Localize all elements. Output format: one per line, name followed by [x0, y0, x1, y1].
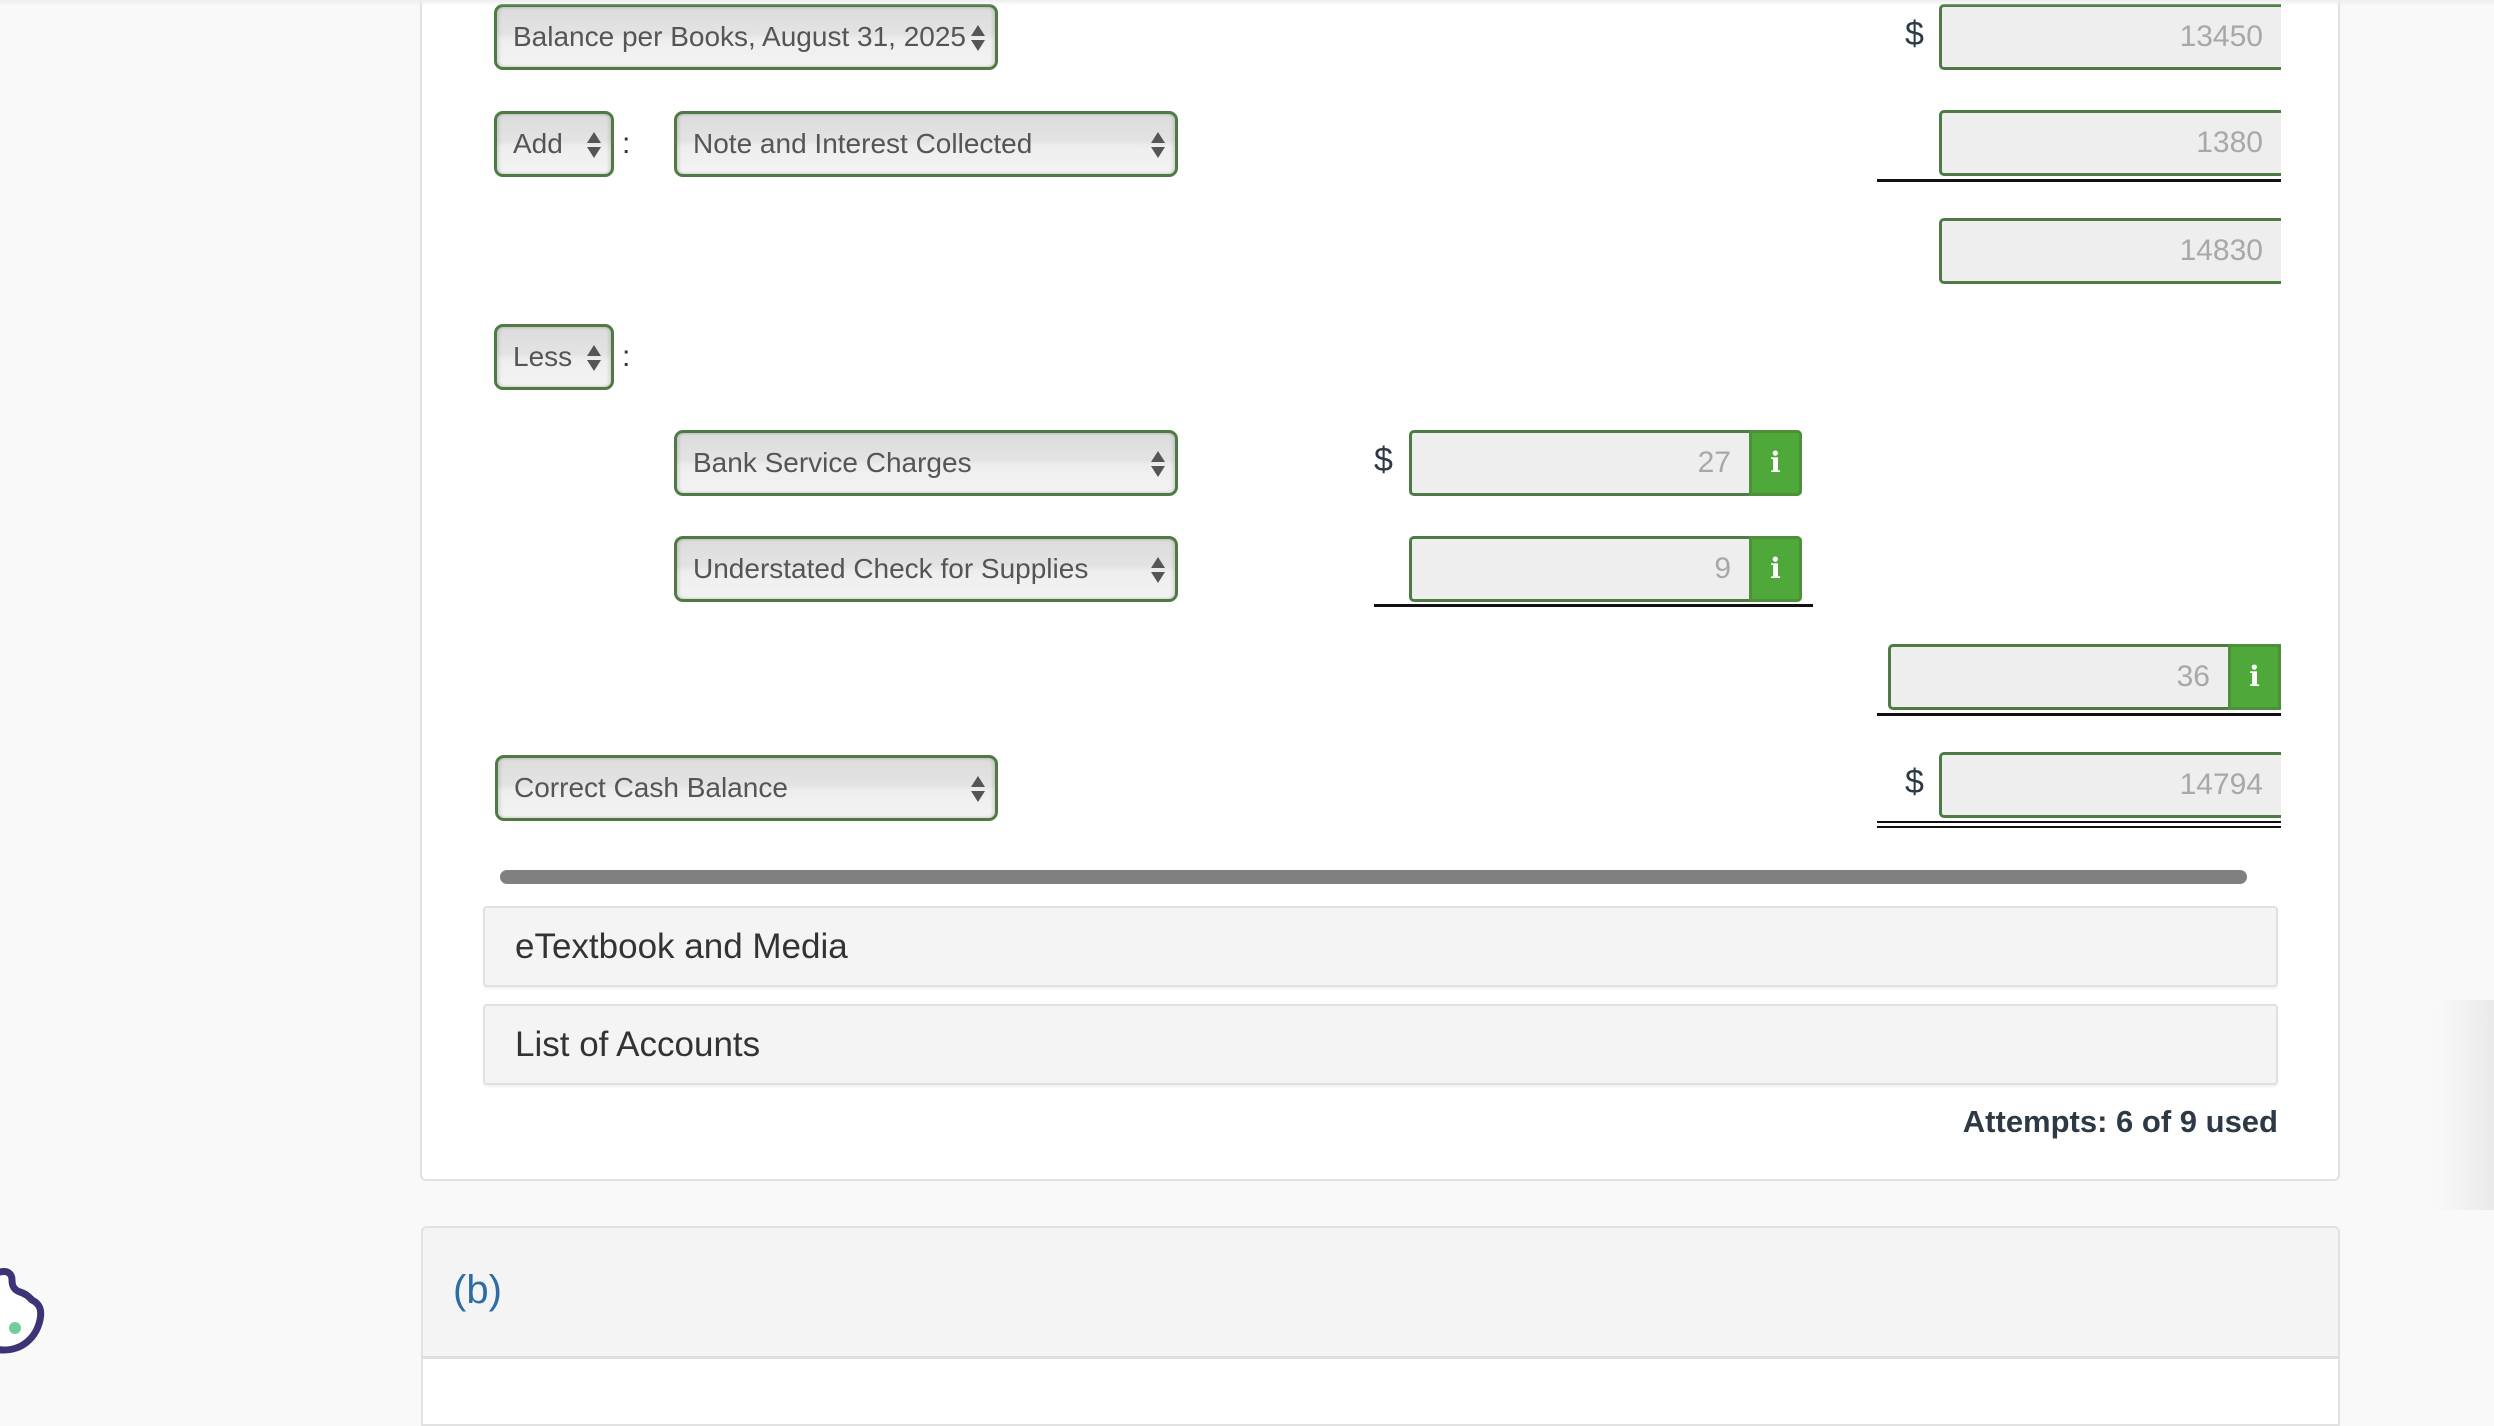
- less-colon: :: [622, 340, 631, 373]
- side-widget-shadow: [2434, 1000, 2494, 1210]
- select-arrows-icon: [587, 130, 601, 160]
- etextbook-media-label: eTextbook and Media: [515, 927, 848, 966]
- select-arrows-icon: [1151, 449, 1165, 479]
- select-arrows-icon: [971, 774, 985, 804]
- less-operator-select[interactable]: Less: [494, 324, 614, 390]
- horizontal-scrollbar[interactable]: [500, 870, 2247, 884]
- deduction-item-select[interactable]: Understated Check for Supplies: [674, 536, 1178, 602]
- deduction-amount-field[interactable]: 27 i: [1409, 430, 1802, 496]
- add-amount-field[interactable]: 1380: [1939, 110, 2281, 176]
- select-arrows-icon: [587, 343, 601, 373]
- add-operator-select[interactable]: Add: [494, 111, 614, 177]
- balance-label-value: Balance per Books, August 31, 2025: [513, 21, 966, 52]
- final-label-value: Correct Cash Balance: [514, 772, 788, 803]
- deduction-item-select[interactable]: Bank Service Charges: [674, 430, 1178, 496]
- info-icon[interactable]: i: [2228, 644, 2281, 710]
- deductions-total-value: 36: [2176, 660, 2210, 693]
- balance-amount-field[interactable]: 13450: [1939, 4, 2281, 70]
- deduction-item-value: Bank Service Charges: [693, 447, 972, 478]
- subtotal-amount-value: 14830: [2179, 234, 2263, 267]
- underline: [1374, 604, 1813, 607]
- list-of-accounts-panel[interactable]: List of Accounts: [483, 1004, 2278, 1085]
- deduction-amount-field[interactable]: 9 i: [1409, 536, 1802, 602]
- deductions-total-field[interactable]: 36 i: [1888, 644, 2281, 710]
- top-shadow: [0, 0, 2494, 6]
- currency-symbol: $: [1905, 763, 1924, 801]
- currency-symbol: $: [1905, 15, 1924, 53]
- add-item-select[interactable]: Note and Interest Collected: [674, 111, 1178, 177]
- currency-symbol: $: [1374, 441, 1393, 479]
- underline: [1877, 179, 2281, 182]
- deduction-item-value: Understated Check for Supplies: [693, 553, 1089, 584]
- double-underline-bottom: [1877, 826, 2281, 828]
- deduction-amount-value: 27: [1697, 446, 1731, 479]
- balance-label-select[interactable]: Balance per Books, August 31, 2025: [494, 4, 998, 70]
- less-operator-value: Less: [513, 341, 573, 372]
- info-icon[interactable]: i: [1749, 536, 1802, 602]
- cookie-icon[interactable]: [0, 1266, 46, 1356]
- double-underline-top: [1877, 821, 2281, 823]
- underline: [1877, 713, 2281, 716]
- part-b-body: [423, 1359, 2338, 1424]
- deduction-amount-value: 9: [1714, 552, 1731, 585]
- final-amount-field[interactable]: 14794: [1939, 752, 2281, 818]
- add-colon: :: [622, 127, 631, 160]
- select-arrows-icon: [1151, 555, 1165, 585]
- final-label-select[interactable]: Correct Cash Balance: [495, 755, 998, 821]
- part-b-card[interactable]: (b): [421, 1226, 2340, 1426]
- final-amount-value: 14794: [2179, 768, 2263, 801]
- select-arrows-icon: [971, 23, 985, 53]
- add-operator-value: Add: [513, 128, 563, 159]
- info-icon[interactable]: i: [1749, 430, 1802, 496]
- list-of-accounts-label: List of Accounts: [515, 1025, 761, 1064]
- balance-amount-value: 13450: [2179, 20, 2263, 53]
- etextbook-media-panel[interactable]: eTextbook and Media: [483, 906, 2278, 987]
- select-arrows-icon: [1151, 130, 1165, 160]
- part-b-label: (b): [453, 1268, 502, 1312]
- add-item-value: Note and Interest Collected: [693, 128, 1033, 159]
- attempts-counter: Attempts: 6 of 9 used: [1962, 1104, 2278, 1139]
- add-amount-value: 1380: [2196, 126, 2263, 159]
- subtotal-amount-field[interactable]: 14830: [1939, 218, 2281, 284]
